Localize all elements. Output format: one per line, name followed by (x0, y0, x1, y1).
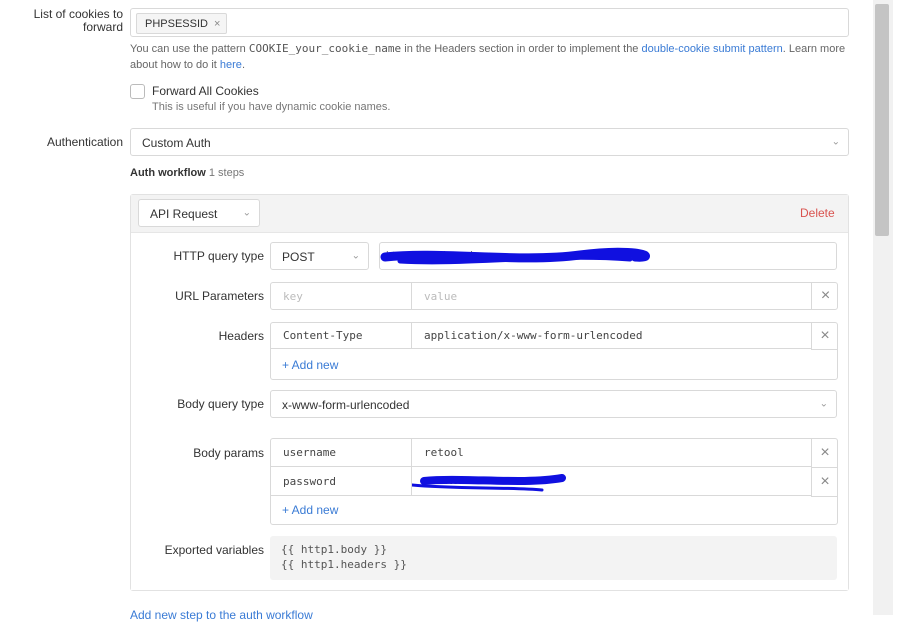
forward-all-label: Forward All Cookies (152, 84, 259, 98)
double-cookie-link[interactable]: double-cookie submit pattern (642, 43, 783, 55)
exported-line: {{ http1.body }} (281, 543, 387, 556)
url-param-key-input[interactable]: key (271, 283, 412, 309)
cookie-tag-remove-icon[interactable]: × (214, 18, 220, 30)
url-param-remove-icon[interactable]: × (811, 282, 839, 310)
headers-add-new[interactable]: + Add new (282, 358, 338, 372)
cookies-help-prefix: You can use the pattern (130, 43, 246, 55)
url-param-value-placeholder: value (424, 289, 458, 303)
workflow-title: Auth workflow 1 steps (130, 167, 244, 179)
body-param-key-input[interactable]: username (271, 439, 412, 467)
url-param-key-placeholder: key (283, 289, 303, 303)
body-query-type-label: Body query type (177, 397, 264, 411)
body-param-key-value: password (283, 474, 336, 488)
chevron-down-icon: ⌄ (819, 398, 828, 410)
header-value-value: application/x-www-form-urlencoded (424, 329, 643, 342)
authentication-value: Custom Auth (142, 136, 211, 150)
http-url-input[interactable]: https://redacted (379, 242, 837, 270)
cookies-help-code: COOKIE_your_cookie_name (248, 42, 402, 55)
cookie-tag: PHPSESSID × (136, 13, 228, 34)
header-key-value: Content-Type (283, 329, 363, 342)
authentication-label: Authentication (46, 135, 123, 149)
header-key-input[interactable]: Content-Type (271, 323, 412, 349)
body-param-remove-icon[interactable]: × (811, 467, 838, 497)
body-query-type-value: x-www-form-urlencoded (282, 398, 410, 412)
http-method-value: POST (282, 250, 315, 264)
exported-variables-box[interactable]: {{ http1.body }} {{ http1.headers }} (270, 536, 837, 580)
headers-group: Content-Type application/x-www-form-urle… (270, 322, 838, 380)
body-params-add-new[interactable]: + Add new (282, 503, 338, 517)
cookies-input[interactable]: PHPSESSID × (130, 8, 849, 37)
http-method-select[interactable]: POST ⌄ (270, 242, 369, 270)
url-params-row: key value × (270, 282, 838, 310)
http-query-type-label: HTTP query type (173, 249, 264, 263)
cookies-label-text: List of cookies to forward (33, 7, 123, 34)
step-type-select[interactable]: API Request ⌄ (138, 199, 260, 227)
workflow-title-text: Auth workflow (130, 167, 206, 179)
cookies-help-middle: in the Headers section in order to imple… (404, 43, 639, 55)
body-param-key-input[interactable]: password (271, 467, 412, 496)
cookie-tag-label: PHPSESSID (145, 17, 208, 30)
here-link[interactable]: here (220, 59, 242, 71)
workflow-count: 1 steps (208, 167, 245, 179)
chevron-down-icon: ⌄ (831, 136, 840, 148)
body-param-remove-icon[interactable]: × (811, 439, 838, 468)
body-param-value-value: retool (424, 446, 464, 459)
body-query-type-select[interactable]: x-www-form-urlencoded ⌄ (270, 390, 837, 418)
cookies-label: List of cookies to forward (20, 8, 123, 34)
exported-line: {{ http1.headers }} (281, 558, 407, 571)
forward-all-help: This is useful if you have dynamic cooki… (152, 101, 391, 113)
headers-label: Headers (218, 329, 264, 343)
url-params-label: URL Parameters (175, 289, 264, 303)
body-params-label: Body params (193, 446, 264, 460)
chevron-down-icon: ⌄ (242, 207, 251, 219)
authentication-select[interactable]: Custom Auth ⌄ (130, 128, 849, 156)
chevron-down-icon: ⌄ (351, 250, 360, 262)
scrollbar-thumb[interactable] (875, 4, 889, 236)
url-param-value-input[interactable]: value (412, 283, 812, 309)
cookies-help: You can use the pattern COOKIE_your_cook… (130, 41, 852, 73)
header-remove-icon[interactable]: × (811, 323, 838, 350)
body-params-group: username retool × password redacted × + … (270, 438, 838, 525)
cookies-help-end: . (241, 59, 245, 71)
body-param-key-value: username (283, 446, 336, 459)
delete-step-button[interactable]: Delete (800, 206, 835, 220)
forward-all-checkbox[interactable] (130, 84, 145, 99)
add-step-link[interactable]: Add new step to the auth workflow (130, 608, 313, 622)
exported-variables-label: Exported variables (164, 543, 264, 557)
redaction-scribble (380, 247, 651, 265)
header-value-input[interactable]: application/x-www-form-urlencoded (412, 323, 811, 349)
body-param-value-input[interactable]: redacted (412, 467, 811, 496)
step-type-value: API Request (150, 207, 218, 221)
redaction-scribble (412, 474, 566, 492)
body-param-value-input[interactable]: retool (412, 439, 811, 467)
